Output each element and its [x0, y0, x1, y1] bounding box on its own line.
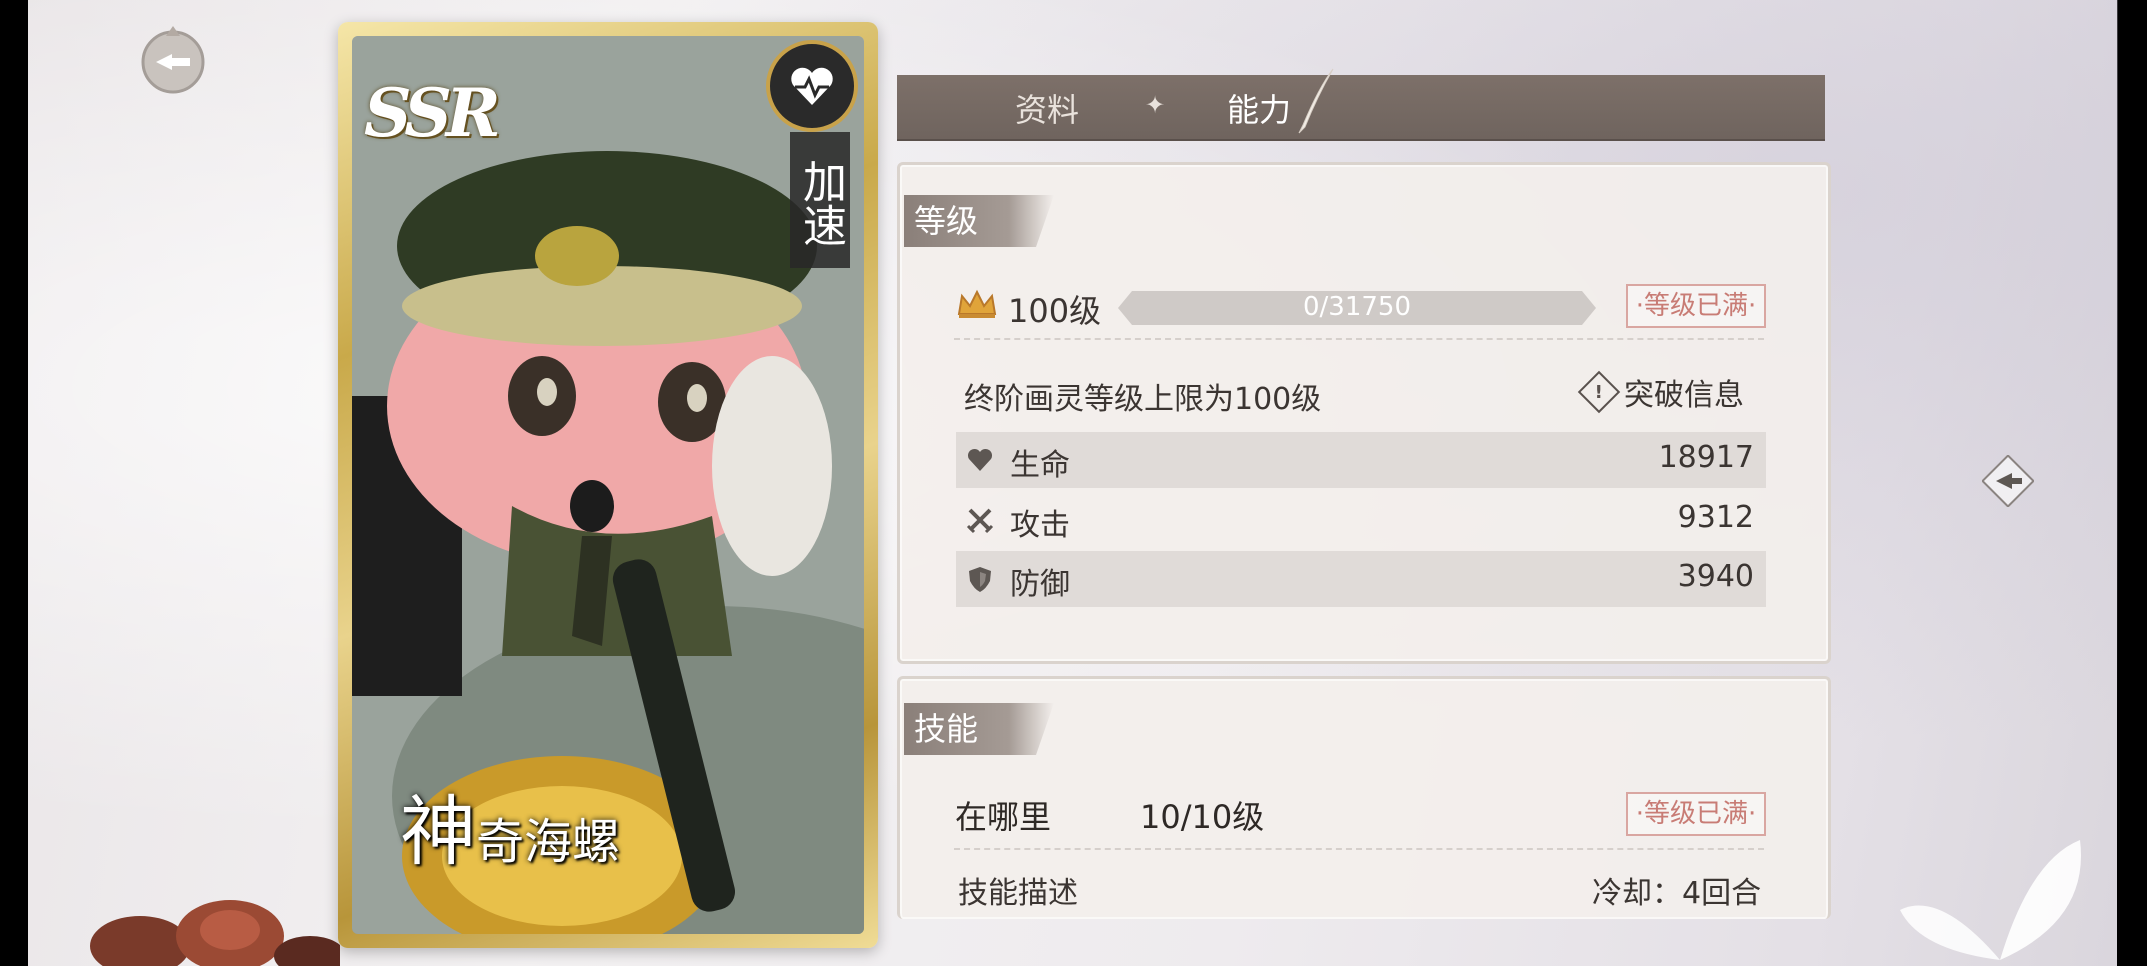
stat-value: 3940	[1677, 559, 1754, 594]
heart-icon	[967, 448, 993, 471]
stat-value: 9312	[1677, 500, 1754, 535]
divider	[954, 848, 1764, 850]
stat-name: 生命	[1010, 448, 1070, 483]
crossed-swords-icon	[966, 508, 994, 534]
stat-name: 攻击	[1010, 508, 1070, 543]
ssr-badge: SSR	[352, 46, 501, 156]
tab-separator-star-icon: ✦	[1145, 91, 1166, 119]
crown-icon	[957, 289, 997, 318]
butterfly-decoration	[1900, 840, 2081, 960]
stat-value: 18917	[1658, 440, 1754, 475]
tab-ability[interactable]: 能力	[1227, 85, 1291, 131]
skill-description-label: 技能描述	[958, 876, 1078, 911]
skill-cooldown: 冷却：4回合	[1592, 876, 1762, 911]
character-name-first: 神	[400, 787, 476, 876]
xp-text: 0/31750	[1302, 292, 1411, 322]
character-name-rest: 奇海螺	[476, 814, 621, 870]
skill-max-badge: ·等级已满·	[1626, 792, 1766, 836]
skill-level: 10/10级	[1140, 798, 1265, 836]
level-section-title: 等级	[904, 195, 1054, 247]
shield-icon	[969, 567, 991, 592]
character-name: 神奇海螺	[400, 770, 620, 880]
info-diamond-icon: !	[1577, 370, 1621, 414]
card-type-tag: 加速	[790, 132, 850, 268]
tab-bar: 资料 ✦ 能力	[897, 68, 1825, 141]
stat-name: 防御	[1010, 567, 1070, 602]
character-card[interactable]: SSR 加速 神奇海螺	[338, 22, 878, 948]
stat-row-attack: 攻击 9312	[956, 492, 1766, 548]
tab-info[interactable]: 资料	[1015, 85, 1079, 131]
rose-decoration	[90, 900, 340, 966]
right-letterbox	[2117, 0, 2147, 966]
skill-name: 在哪里	[955, 798, 1052, 836]
stat-row-defense: 防御 3940	[956, 551, 1766, 607]
skill-section-title: 技能	[904, 703, 1054, 755]
left-letterbox	[0, 0, 28, 966]
level-max-badge: ·等级已满·	[1626, 284, 1766, 328]
next-arrow-icon[interactable]	[1982, 455, 2034, 507]
rarity-label: SSR	[364, 74, 501, 152]
level-cap-note: 终阶画灵等级上限为100级	[964, 382, 1322, 417]
current-level: 100级	[1008, 292, 1102, 330]
divider	[954, 338, 1764, 340]
stat-row-hp: 生命 18917	[956, 432, 1766, 488]
heartbeat-icon	[766, 40, 858, 132]
card-art-frame: SSR 加速 神奇海螺	[352, 36, 864, 934]
quill-icon	[1298, 68, 1334, 134]
breakthrough-info-button[interactable]: ! 突破信息	[1577, 370, 1744, 414]
back-arrow-icon[interactable]	[128, 22, 218, 96]
breakthrough-info-label: 突破信息	[1624, 378, 1744, 413]
